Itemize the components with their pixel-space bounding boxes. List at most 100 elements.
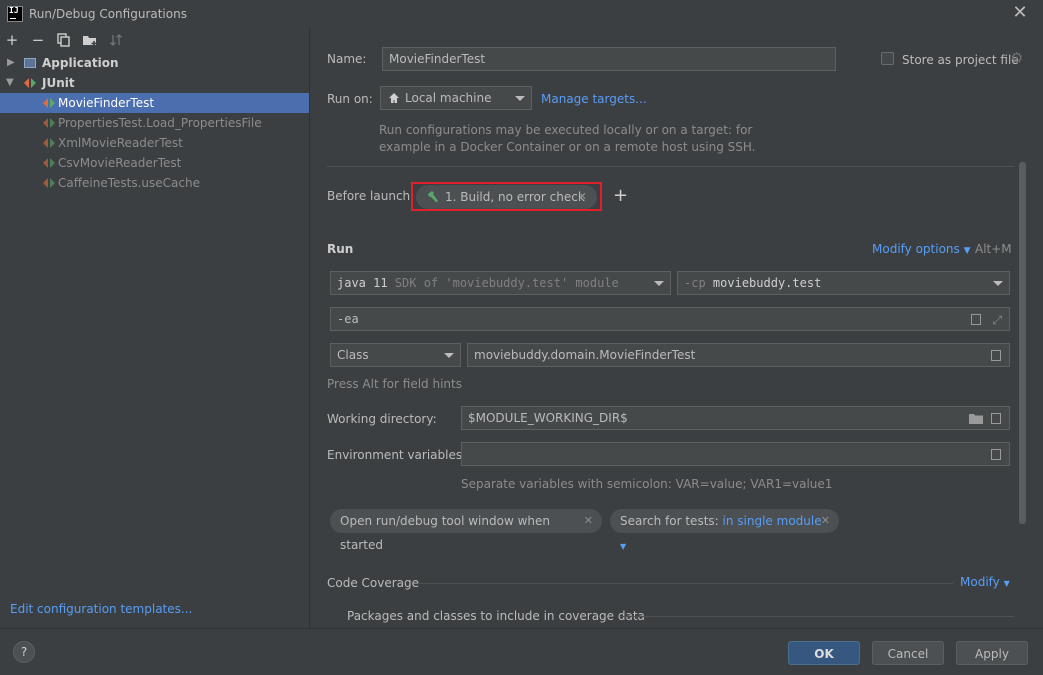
before-launch-task-label: 1. Build, no error check <box>445 190 585 204</box>
modify-options-link[interactable]: Modify options ▼ <box>872 242 971 256</box>
test-class-input[interactable]: moviebuddy.domain.MovieFinderTest <box>467 343 1010 367</box>
junit-test-icon <box>43 118 55 128</box>
environment-variables-hint: Separate variables with semicolon: VAR=v… <box>461 477 833 491</box>
tree-item-label: PropertiesTest.Load_PropertiesFile <box>58 116 262 130</box>
tree-item-caffeinetests[interactable]: CaffeineTests.useCache <box>0 173 309 193</box>
vm-options-value: -ea <box>337 312 359 326</box>
store-as-project-file-label[interactable]: Store as project file <box>902 53 1019 67</box>
divider <box>418 583 953 584</box>
apply-button[interactable]: Apply <box>956 641 1028 665</box>
open-tool-window-chip[interactable]: Open run/debug tool window when started … <box>330 509 602 552</box>
folder-icon <box>969 414 983 424</box>
chevron-down-icon: ▼ <box>1003 579 1010 588</box>
application-icon <box>24 58 36 68</box>
tree-item-xmlmoviereadertest[interactable]: XmlMovieReaderTest <box>0 133 309 153</box>
add-configuration-button[interactable]: + <box>2 31 22 49</box>
expand-icon[interactable]: ⤢ <box>992 309 1002 331</box>
copy-configuration-button[interactable] <box>54 31 74 49</box>
help-button[interactable]: ? <box>13 641 35 663</box>
chevron-down-icon <box>515 96 525 101</box>
jre-select[interactable]: java 11 SDK of 'moviebuddy.test' module <box>330 271 671 295</box>
search-for-tests-chip[interactable]: Search for tests: in single module ▼ ✕ <box>610 509 839 551</box>
tree-item-label: CaffeineTests.useCache <box>58 176 200 190</box>
chevron-right-icon[interactable]: ▶ <box>7 53 15 73</box>
tree-item-moviefindertest[interactable]: MovieFinderTest <box>0 93 309 113</box>
cp-prefix: -cp <box>684 276 706 290</box>
add-before-launch-task-button[interactable]: + <box>613 186 628 206</box>
chevron-down-icon <box>654 281 664 286</box>
environment-variables-input[interactable] <box>461 442 1010 466</box>
cancel-button[interactable]: Cancel <box>872 641 944 665</box>
chevron-down-icon[interactable]: ▼ <box>6 73 14 93</box>
home-icon <box>389 93 399 103</box>
tree-item-propertiestest[interactable]: PropertiesTest.Load_PropertiesFile <box>0 113 309 133</box>
tree-item-csvmoviereadertest[interactable]: CsvMovieReaderTest <box>0 153 309 173</box>
working-directory-input[interactable]: $MODULE_WORKING_DIR$ <box>461 406 1010 430</box>
chevron-down-icon[interactable]: ▼ <box>620 542 626 551</box>
test-kind-value: Class <box>337 348 369 362</box>
document-icon[interactable] <box>991 350 1001 361</box>
divider <box>327 166 1014 167</box>
tree-group-label: Application <box>42 56 119 70</box>
modify-options-label: Modify options <box>872 242 960 256</box>
search-for-tests-label: Search for tests: <box>620 514 719 528</box>
jre-detail: SDK of 'moviebuddy.test' module <box>394 276 619 290</box>
working-directory-value: $MODULE_WORKING_DIR$ <box>468 411 628 425</box>
edit-configuration-templates-link[interactable]: Edit configuration templates... <box>10 602 192 616</box>
sort-configurations-button[interactable] <box>106 31 126 49</box>
tree-group-label: JUnit <box>42 76 75 90</box>
document-icon[interactable] <box>991 449 1001 460</box>
open-tool-window-label: Open run/debug tool window when started <box>340 514 550 552</box>
document-icon[interactable] <box>991 413 1001 424</box>
configurations-sidebar: + − ▶ Application ▼ JUnit MovieFinderTes… <box>0 28 310 628</box>
ok-button[interactable]: OK <box>788 641 860 665</box>
jre-main: java 11 <box>337 276 388 290</box>
alt-field-hint: Press Alt for field hints <box>327 377 462 391</box>
close-icon[interactable]: ✕ <box>1010 2 1030 24</box>
classpath-select[interactable]: -cp moviebuddy.test <box>677 271 1010 295</box>
scrollbar[interactable] <box>1019 162 1026 524</box>
copy-icon <box>57 33 70 47</box>
new-folder-button[interactable] <box>80 31 100 49</box>
tree-group-junit[interactable]: ▼ JUnit <box>0 73 309 93</box>
gear-icon[interactable]: ⚙ <box>1010 51 1023 66</box>
manage-targets-link[interactable]: Manage targets... <box>541 92 647 106</box>
close-icon[interactable]: ✕ <box>584 509 593 533</box>
before-launch-task-chip[interactable]: 1. Build, no error check ✕ <box>416 185 597 209</box>
window-title: Run/Debug Configurations <box>29 7 187 21</box>
document-icon[interactable] <box>971 314 981 325</box>
code-coverage-label: Code Coverage <box>327 576 420 590</box>
junit-test-icon <box>43 98 55 108</box>
name-input[interactable]: MovieFinderTest <box>382 47 836 71</box>
working-directory-label: Working directory: <box>327 412 437 426</box>
chevron-down-icon <box>993 281 1003 286</box>
close-icon[interactable]: ✕ <box>578 185 587 209</box>
folder-add-icon <box>83 36 97 46</box>
modify-options-shortcut: Alt+M <box>975 242 1012 256</box>
chevron-down-icon: ▼ <box>963 246 971 256</box>
remove-configuration-button[interactable]: − <box>28 31 48 49</box>
cp-value: moviebuddy.test <box>712 276 822 290</box>
run-section-header: Run <box>327 242 354 256</box>
coverage-packages-label: Packages and classes to include in cover… <box>347 609 645 623</box>
run-on-select[interactable]: Local machine <box>380 86 532 110</box>
close-icon[interactable]: ✕ <box>821 509 830 533</box>
tree-item-label: XmlMovieReaderTest <box>58 136 183 150</box>
intellij-app-icon: IJ <box>7 6 23 22</box>
vm-options-input[interactable]: -ea ⤢ <box>330 307 1010 331</box>
dialog-footer: ? OK Cancel Apply <box>0 628 1043 675</box>
hammer-icon <box>428 191 438 203</box>
test-class-value: moviebuddy.domain.MovieFinderTest <box>474 348 696 362</box>
sort-icon <box>110 34 122 46</box>
run-on-value: Local machine <box>405 91 492 105</box>
junit-icon <box>24 78 36 88</box>
run-on-label: Run on: <box>327 92 373 106</box>
junit-test-icon <box>43 138 55 148</box>
tree-item-label: MovieFinderTest <box>58 96 155 110</box>
tree-group-application[interactable]: ▶ Application <box>0 53 309 73</box>
test-kind-select[interactable]: Class <box>330 343 461 367</box>
code-coverage-modify-link[interactable]: Modify ▼ <box>960 575 1010 589</box>
store-as-project-file-checkbox[interactable] <box>881 52 894 65</box>
chevron-down-icon <box>444 353 454 358</box>
search-for-tests-value[interactable]: in single module <box>723 514 822 528</box>
